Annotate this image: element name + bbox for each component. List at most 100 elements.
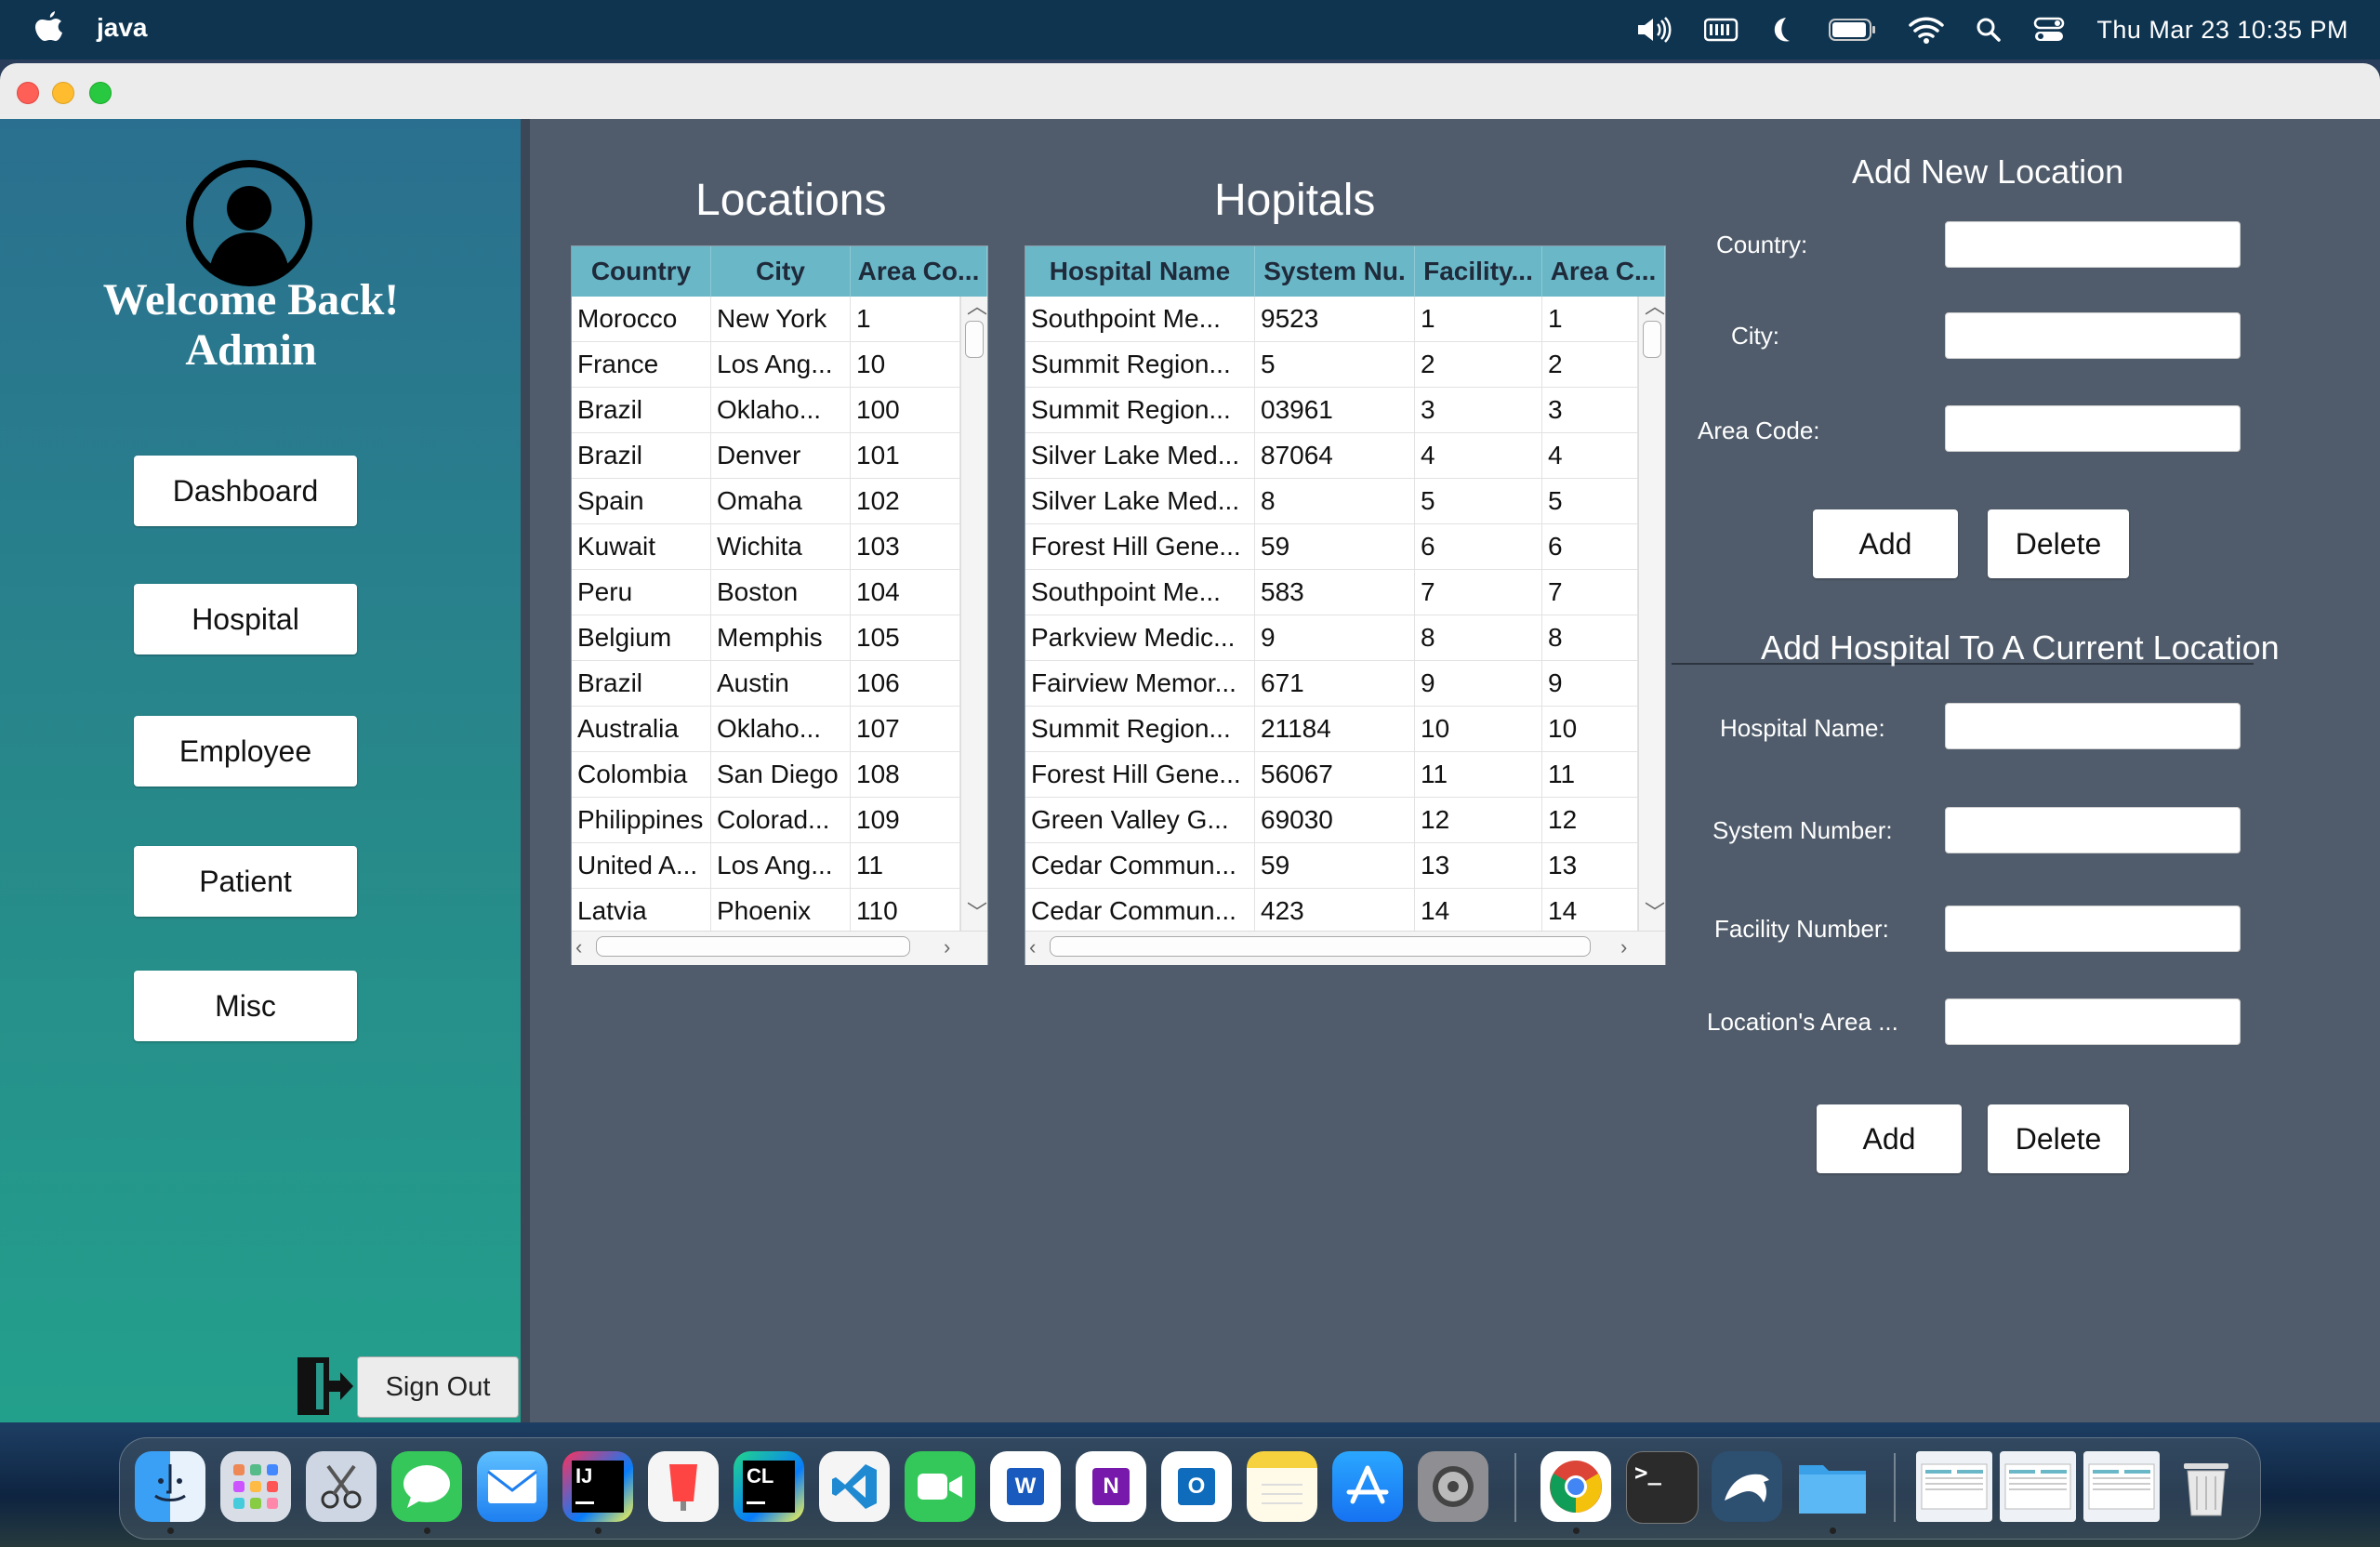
delete-location-button[interactable]: Delete	[1988, 509, 2129, 578]
misc-button[interactable]: Misc	[134, 971, 357, 1041]
table-row[interactable]: Silver Lake Med... 87064 4 4	[1025, 433, 1638, 479]
hospital-name-input[interactable]	[1945, 703, 2241, 749]
locations-horizontal-scrollbar[interactable]: ‹ ›	[572, 931, 987, 965]
table-row[interactable]: Morocco New York 1	[572, 297, 960, 342]
clion-icon[interactable]: CL	[734, 1451, 804, 1522]
folder-icon[interactable]	[1797, 1451, 1868, 1522]
launchpad-icon[interactable]	[220, 1451, 291, 1522]
employee-button[interactable]: Employee	[134, 716, 357, 787]
word-icon[interactable]: W	[990, 1451, 1061, 1522]
delete-hospital-button[interactable]: Delete	[1988, 1104, 2129, 1173]
scroll-thumb[interactable]	[1050, 936, 1591, 957]
add-location-button[interactable]: Add	[1813, 509, 1958, 578]
column-header-city[interactable]: City	[711, 246, 851, 297]
locations-vertical-scrollbar[interactable]: ︿ ﹀	[960, 297, 987, 931]
table-row[interactable]: Cedar Commun... 59 13 13	[1025, 843, 1638, 889]
country-input[interactable]	[1945, 221, 2241, 268]
table-row[interactable]: Southpoint Me... 583 7 7	[1025, 570, 1638, 615]
system-settings-icon[interactable]	[1418, 1451, 1488, 1522]
mysql-workbench-icon[interactable]	[1712, 1451, 1782, 1522]
facility-number-input[interactable]	[1945, 906, 2241, 952]
terminal-icon[interactable]: >_	[1626, 1451, 1699, 1524]
table-row[interactable]: Summit Region... 03961 3 3	[1025, 388, 1638, 433]
scroll-down-arrow-icon[interactable]: ﹀	[967, 903, 987, 923]
dashboard-button[interactable]: Dashboard	[134, 456, 357, 526]
battery-menu-icon[interactable]	[1704, 17, 1739, 43]
minimize-window-button[interactable]	[52, 82, 74, 104]
mail-icon[interactable]	[477, 1451, 548, 1522]
control-center-icon[interactable]	[2033, 16, 2065, 44]
table-row[interactable]: France Los Ang... 10	[572, 342, 960, 388]
onenote-icon[interactable]: N	[1076, 1451, 1146, 1522]
table-row[interactable]: Forest Hill Gene... 59 6 6	[1025, 524, 1638, 570]
table-row[interactable]: Latvia Phoenix 110	[572, 889, 960, 934]
battery-icon[interactable]	[1829, 18, 1877, 42]
scroll-right-arrow-icon[interactable]: ›	[1620, 937, 1627, 958]
scroll-right-arrow-icon[interactable]: ›	[944, 937, 950, 958]
table-row[interactable]: Summit Region... 21184 10 10	[1025, 707, 1638, 752]
scroll-thumb[interactable]	[596, 936, 910, 957]
table-row[interactable]: Silver Lake Med... 8 5 5	[1025, 479, 1638, 524]
column-header-facility-number[interactable]: Facility...	[1415, 246, 1542, 297]
scroll-down-arrow-icon[interactable]: ﹀	[1645, 903, 1665, 923]
hospital-button[interactable]: Hospital	[134, 584, 357, 654]
zoom-window-button[interactable]	[89, 82, 112, 104]
scroll-left-arrow-icon[interactable]: ‹	[1029, 937, 1036, 958]
finder-icon[interactable]	[135, 1451, 205, 1522]
chrome-icon[interactable]	[1540, 1451, 1611, 1522]
app-name-menu[interactable]: java	[97, 13, 148, 43]
hospitals-table[interactable]: Hospital Name System Nu. Facility... Are…	[1025, 245, 1666, 965]
scroll-thumb[interactable]	[965, 321, 984, 358]
scroll-up-arrow-icon[interactable]: ︿	[1645, 297, 1665, 317]
table-row[interactable]: Peru Boston 104	[572, 570, 960, 615]
column-header-system-number[interactable]: System Nu.	[1255, 246, 1415, 297]
table-row[interactable]: Parkview Medic... 9 8 8	[1025, 615, 1638, 661]
outlook-icon[interactable]: O	[1161, 1451, 1232, 1522]
city-input[interactable]	[1945, 312, 2241, 359]
volume-icon[interactable]	[1635, 16, 1673, 44]
table-row[interactable]: Brazil Oklaho... 100	[572, 388, 960, 433]
sign-out-icon[interactable]	[296, 1355, 355, 1417]
intellij-idea-icon[interactable]: IJ	[562, 1451, 633, 1522]
apple-icon[interactable]	[33, 11, 65, 46]
column-header-country[interactable]: Country	[572, 246, 711, 297]
hospitals-horizontal-scrollbar[interactable]: ‹ ›	[1025, 931, 1665, 965]
app-store-icon[interactable]	[1332, 1451, 1403, 1522]
table-row[interactable]: Brazil Austin 106	[572, 661, 960, 707]
close-window-button[interactable]	[17, 82, 39, 104]
scroll-left-arrow-icon[interactable]: ‹	[575, 937, 582, 958]
column-header-hospital-name[interactable]: Hospital Name	[1025, 246, 1255, 297]
system-number-input[interactable]	[1945, 807, 2241, 853]
keynote-icon[interactable]	[648, 1451, 719, 1522]
menu-clock[interactable]: Thu Mar 23 10:35 PM	[2096, 16, 2348, 45]
table-row[interactable]: Philippines Colorad... 109	[572, 798, 960, 843]
table-row[interactable]: Belgium Memphis 105	[572, 615, 960, 661]
table-row[interactable]: Summit Region... 5 2 2	[1025, 342, 1638, 388]
window-titlebar[interactable]	[0, 63, 2380, 121]
column-header-area-code[interactable]: Area Co...	[851, 246, 987, 297]
table-row[interactable]: Kuwait Wichita 103	[572, 524, 960, 570]
messages-icon[interactable]	[391, 1451, 462, 1522]
location-area-code-input[interactable]	[1945, 998, 2241, 1045]
trash-icon[interactable]	[2171, 1451, 2241, 1522]
visual-studio-code-icon[interactable]	[819, 1451, 890, 1522]
minimized-window-thumbnail[interactable]	[2083, 1451, 2160, 1522]
scroll-up-arrow-icon[interactable]: ︿	[967, 297, 987, 317]
column-header-area-code[interactable]: Area C...	[1542, 246, 1665, 297]
minimized-window-thumbnail[interactable]	[1916, 1451, 1992, 1522]
table-row[interactable]: Australia Oklaho... 107	[572, 707, 960, 752]
table-row[interactable]: Spain Omaha 102	[572, 479, 960, 524]
table-row[interactable]: Green Valley G... 69030 12 12	[1025, 798, 1638, 843]
add-hospital-button[interactable]: Add	[1817, 1104, 1962, 1173]
hospitals-vertical-scrollbar[interactable]: ︿ ﹀	[1638, 297, 1665, 931]
table-row[interactable]: Forest Hill Gene... 56067 11 11	[1025, 752, 1638, 798]
scroll-thumb[interactable]	[1643, 321, 1661, 358]
sign-out-button[interactable]: Sign Out	[357, 1356, 519, 1418]
table-row[interactable]: United A... Los Ang... 11	[572, 843, 960, 889]
moon-icon[interactable]	[1771, 16, 1797, 44]
screenshot-icon[interactable]	[306, 1451, 377, 1522]
table-row[interactable]: Fairview Memor... 671 9 9	[1025, 661, 1638, 707]
patient-button[interactable]: Patient	[134, 846, 357, 917]
search-icon[interactable]	[1976, 17, 2002, 43]
table-row[interactable]: Brazil Denver 101	[572, 433, 960, 479]
